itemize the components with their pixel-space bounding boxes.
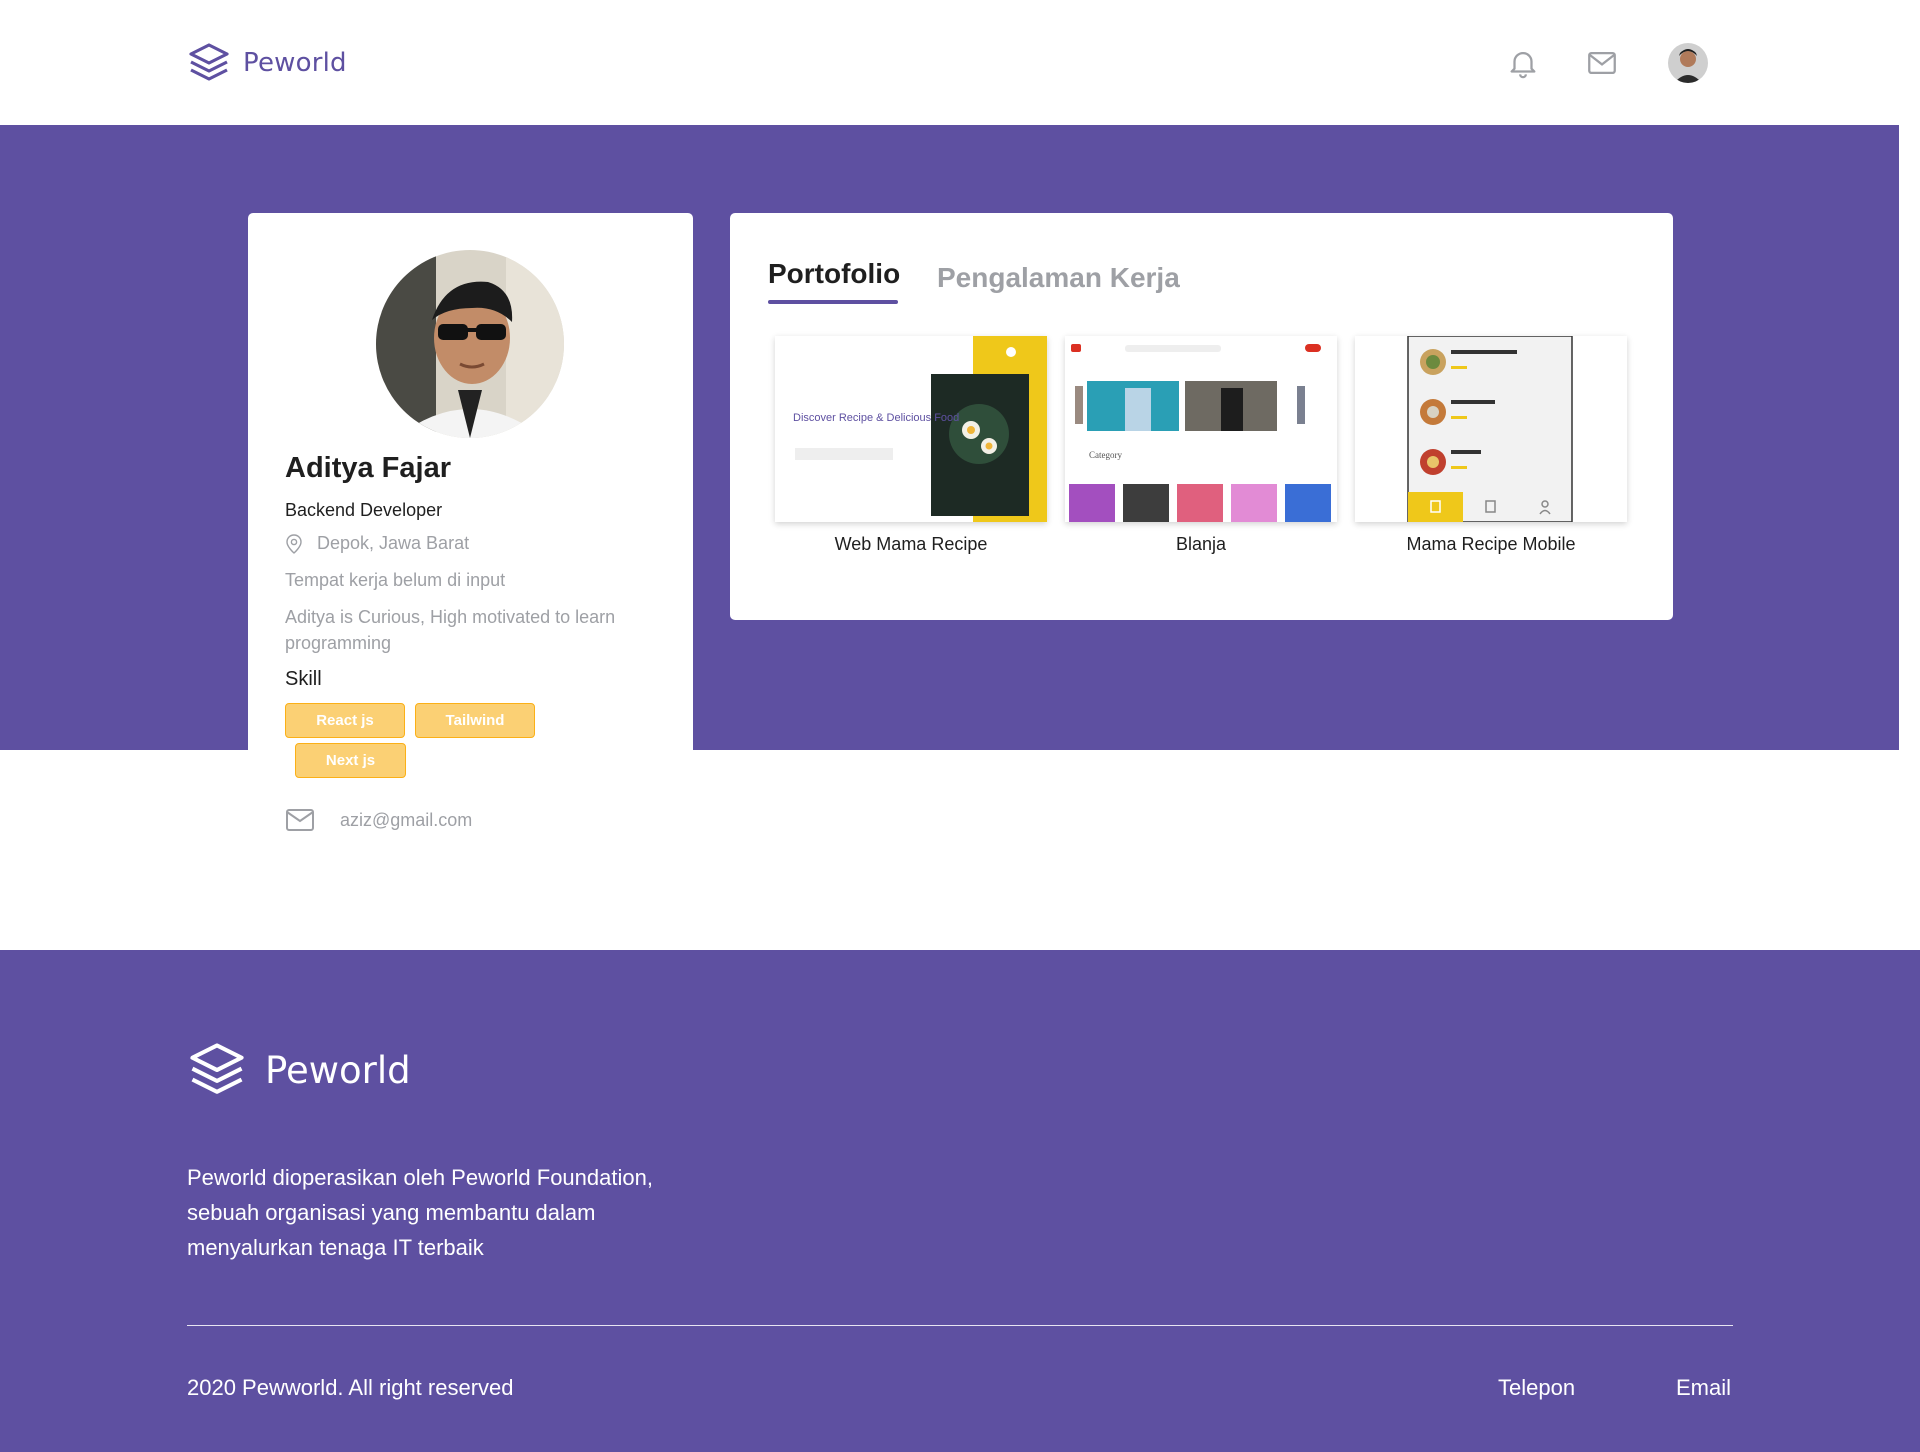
top-navbar: Peworld [0,0,1920,125]
brand-logo[interactable]: Peworld [187,41,347,85]
skill-badge: Next js [295,743,406,778]
location-text: Depok, Jawa Barat [317,533,470,553]
active-tab-indicator [768,300,898,304]
profile-workplace: Tempat kerja belum di input [285,570,506,590]
tab-portfolio[interactable]: Portofolio [768,258,900,290]
portfolio-title: Blanja [1175,534,1227,554]
profile-bio: Aditya is Curious, High motivated to lea… [285,607,616,653]
email-text: aziz@gmail.com [340,809,473,830]
brand-name: Peworld [243,48,347,78]
peworld-logo-icon [189,43,229,81]
footer-divider [187,1325,1733,1326]
footer-description: Peworld dioperasikan oleh Peworld Founda… [187,1165,653,1260]
footer-link-email[interactable]: Email [1676,1375,1731,1401]
contact-email[interactable]: aziz@gmail.com [285,807,472,833]
portfolio-item[interactable]: Category Blanja [1065,336,1337,555]
skill-badge: Tailwind [415,703,535,738]
footer-brand[interactable]: Peworld [187,1040,411,1100]
portfolio-item[interactable]: Discover Recipe & Delicious Food Web Mam… [775,336,1047,555]
thumbnail-caption: Discover Recipe & Delicious Food [793,412,960,424]
footer-brand-name: Peworld [265,1048,411,1092]
footer-copyright: 2020 Pewworld. All right reserved [187,1375,514,1400]
skill-heading: Skill [285,668,322,690]
mail-icon [286,809,314,831]
profile-location: Depok, Jawa Barat [285,533,469,554]
user-avatar[interactable] [1668,43,1708,83]
tab-experience[interactable]: Pengalaman Kerja [937,262,1180,294]
portfolio-thumbnail [1355,336,1627,522]
peworld-logo-icon [190,1043,244,1094]
portfolio-item[interactable]: Mama Recipe Mobile [1355,336,1627,555]
footer-link-telepon[interactable]: Telepon [1498,1375,1575,1401]
portfolio-thumbnail: Discover Recipe & Delicious Food [775,336,1047,522]
skill-badge: React js [285,703,405,738]
profile-name: Aditya Fajar [285,452,451,484]
portfolio-thumbnail: Category [1065,336,1337,522]
profile-photo [376,250,564,438]
portfolio-title: Web Mama Recipe [834,534,988,554]
portfolio-title: Mama Recipe Mobile [1406,534,1576,554]
location-pin-icon [286,533,302,554]
thumbnail-caption: Category [1089,450,1122,460]
bell-icon[interactable] [1506,46,1540,80]
mail-icon[interactable] [1585,46,1619,80]
profile-role: Backend Developer [285,500,443,520]
